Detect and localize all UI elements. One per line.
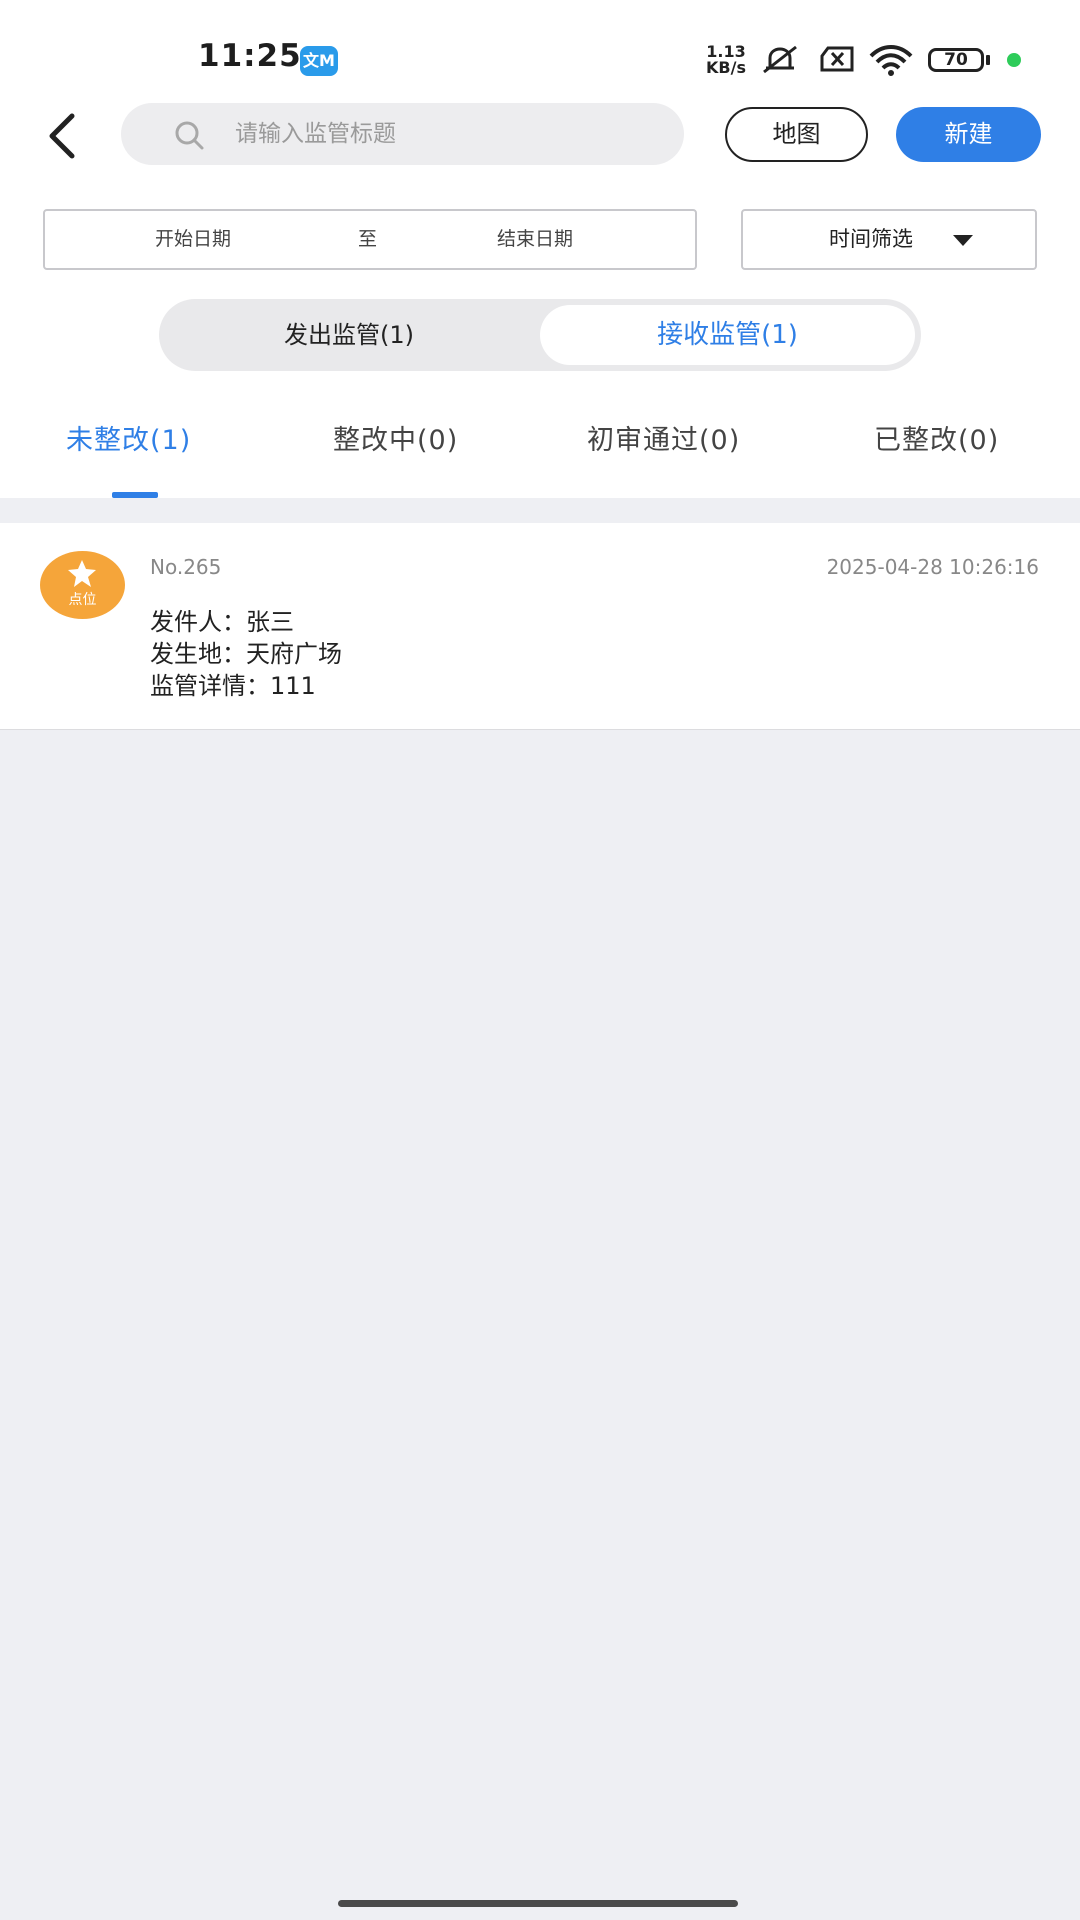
tab-first-review-passed[interactable]: 初审通过(0) bbox=[587, 418, 740, 457]
record-time: 2025-04-28 10:26:16 bbox=[826, 555, 1039, 579]
pin-icon bbox=[68, 560, 96, 587]
dropdown-caret-icon bbox=[953, 235, 973, 246]
wifi-icon bbox=[869, 45, 913, 76]
search-input[interactable] bbox=[235, 103, 655, 165]
record-sender: 发件人：张三 bbox=[150, 608, 294, 636]
search-bar[interactable] bbox=[121, 103, 684, 165]
battery-icon: 70 bbox=[928, 48, 984, 72]
time-filter-label: 时间筛选 bbox=[829, 227, 913, 251]
no-sim-icon bbox=[820, 46, 854, 72]
record-number: No.265 bbox=[150, 555, 222, 579]
home-indicator[interactable] bbox=[338, 1900, 738, 1907]
location-badge-label: 点位 bbox=[68, 592, 97, 608]
privacy-indicator-dot bbox=[1007, 53, 1021, 67]
tab-rectifying[interactable]: 整改中(0) bbox=[333, 418, 458, 457]
date-range-picker[interactable]: 开始日期 至 结束日期 bbox=[43, 209, 697, 270]
tab-unrectified[interactable]: 未整改(1) bbox=[66, 418, 191, 457]
date-range-separator: 至 bbox=[358, 228, 378, 250]
back-arrow-icon[interactable] bbox=[40, 108, 84, 164]
network-speed-unit: KB/s bbox=[706, 58, 746, 77]
end-date-field[interactable]: 结束日期 bbox=[497, 211, 573, 268]
mute-icon bbox=[763, 45, 797, 74]
map-button[interactable]: 地图 bbox=[725, 107, 868, 162]
network-speed: 1.13 KB/s bbox=[706, 44, 746, 76]
new-button[interactable]: 新建 bbox=[896, 107, 1041, 162]
status-time: 11:25 bbox=[198, 38, 302, 74]
tab-rectified[interactable]: 已整改(0) bbox=[874, 418, 999, 457]
location-badge: 点位 bbox=[40, 551, 125, 619]
list-item[interactable]: 点位 No.265 2025-04-28 10:26:16 发件人：张三 发生地… bbox=[0, 523, 1080, 730]
battery-tip bbox=[986, 55, 990, 65]
time-filter-dropdown[interactable]: 时间筛选 bbox=[741, 209, 1037, 270]
start-date-field[interactable]: 开始日期 bbox=[155, 211, 231, 268]
active-tab-indicator bbox=[112, 492, 158, 498]
segment-control: 发出监管(1) 接收监管(1) bbox=[159, 299, 921, 371]
segment-sent[interactable]: 发出监管(1) bbox=[159, 299, 539, 371]
record-detail: 监管详情：111 bbox=[150, 672, 316, 700]
app-notification-icon: 文M bbox=[300, 46, 338, 76]
search-icon bbox=[175, 121, 204, 150]
segment-received[interactable]: 接收监管(1) bbox=[540, 305, 915, 365]
record-location: 发生地：天府广场 bbox=[150, 640, 342, 668]
